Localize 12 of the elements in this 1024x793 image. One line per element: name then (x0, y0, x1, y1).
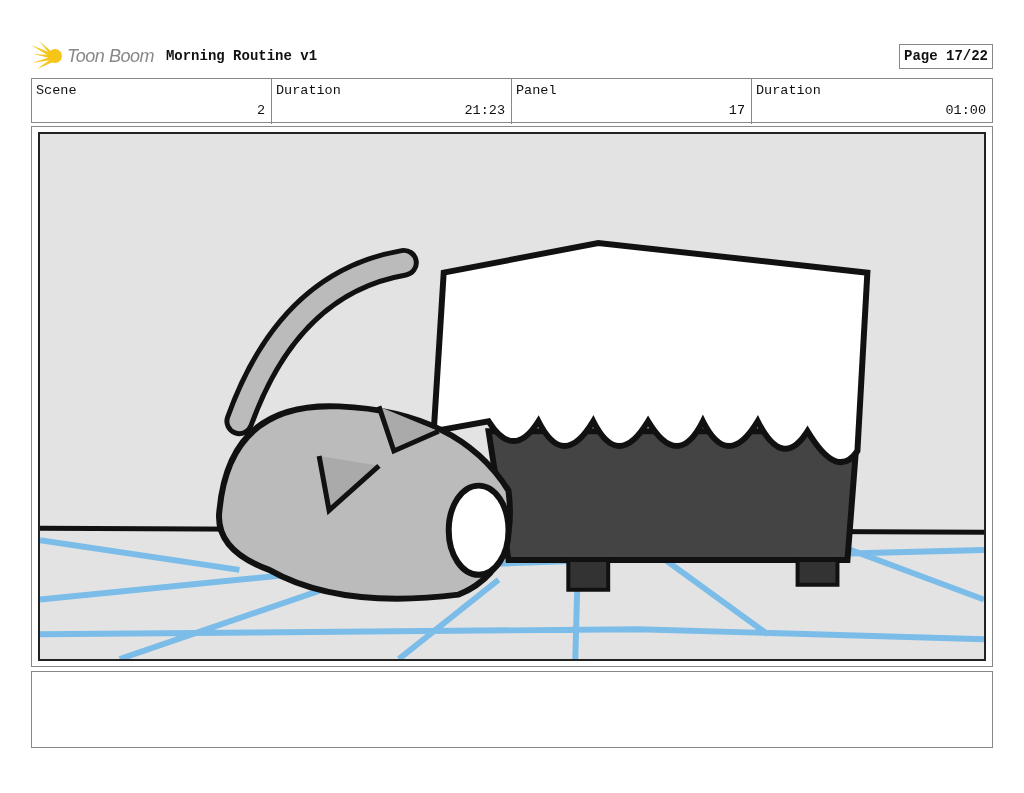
field-label: Panel (516, 82, 558, 100)
field-value: 01:00 (944, 102, 986, 121)
logo-text: Toon Boom (67, 44, 154, 68)
field-label: Duration (276, 82, 342, 100)
field-value: 17 (727, 102, 745, 121)
field-label: Duration (756, 82, 822, 100)
field-value: 21:23 (463, 102, 505, 121)
field-value: 2 (255, 102, 265, 121)
project-title: Morning Routine v1 (165, 46, 318, 66)
field-label: Scene (36, 82, 78, 100)
starburst-logo-icon (31, 41, 63, 71)
page-number: Page 17/22 (899, 43, 993, 69)
